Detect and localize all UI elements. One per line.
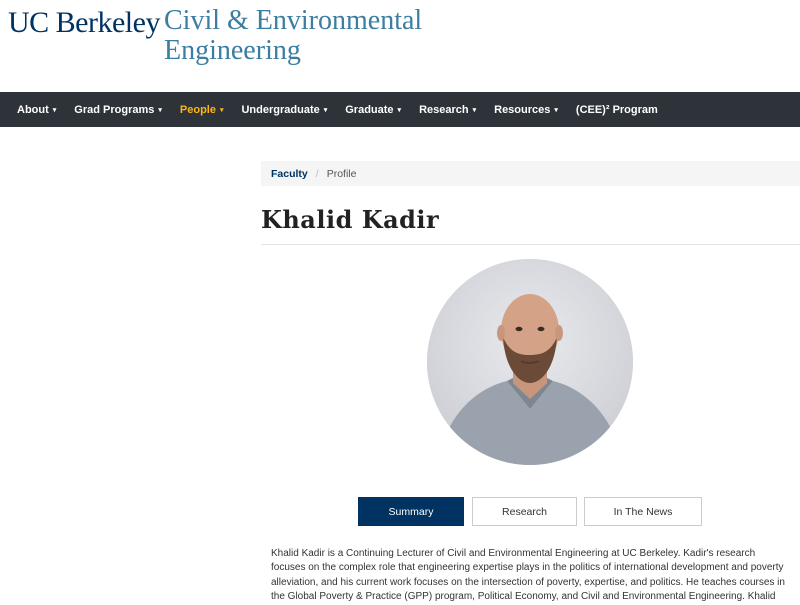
chevron-down-icon: ▾ [554, 106, 558, 114]
nav-label: Grad Programs [74, 103, 155, 116]
page-title: Khalid Kadir [261, 205, 440, 234]
nav-item-people[interactable]: People ▾ [171, 92, 233, 127]
nav-item-about[interactable]: About ▾ [8, 92, 65, 127]
chevron-down-icon: ▾ [219, 106, 224, 114]
nav-item-resources[interactable]: Resources ▾ [485, 92, 567, 127]
nav-label: Graduate [345, 103, 394, 116]
avatar [427, 259, 633, 465]
logo-department-line1: Civil & Environmental [164, 5, 423, 36]
logo-department: Civil & Environmental Engineering [164, 6, 422, 66]
nav-item-research[interactable]: Research ▾ [410, 92, 485, 127]
main-nav: About ▾ Grad Programs ▾ People ▾ Undergr… [0, 92, 800, 127]
breadcrumb-link-faculty[interactable]: Faculty [271, 168, 308, 180]
breadcrumb-separator: / [315, 167, 319, 180]
logo-department-line2: Engineering [164, 35, 301, 66]
nav-label: (CEE)² Program [575, 103, 658, 116]
chevron-down-icon: ▾ [397, 106, 402, 114]
nav-label: Resources [494, 103, 551, 116]
tab-in-the-news[interactable]: In The News [584, 497, 702, 526]
nav-label: Undergraduate [241, 103, 320, 116]
breadcrumb-current: Profile [326, 167, 357, 180]
nav-label: Research [419, 103, 469, 116]
nav-item-grad-programs[interactable]: Grad Programs ▾ [65, 92, 171, 127]
profile-photo [427, 259, 633, 465]
chevron-down-icon: ▾ [472, 106, 477, 114]
chevron-down-icon: ▾ [323, 106, 328, 114]
nav-label: About [17, 103, 49, 116]
chevron-down-icon: ▾ [158, 106, 162, 114]
nav-item-cee2-program[interactable]: (CEE)² Program [567, 92, 667, 127]
nav-label: People [179, 103, 216, 116]
title-divider [261, 244, 800, 245]
chevron-down-icon: ▾ [52, 106, 57, 114]
logo-university: UC Berkeley [8, 6, 160, 39]
profile-summary-text: Khalid Kadir is a Continuing Lecturer of… [271, 548, 785, 603]
tab-summary[interactable]: Summary [358, 497, 464, 526]
profile-tabs: Summary Research In The News [0, 497, 800, 526]
tab-research[interactable]: Research [472, 497, 577, 526]
site-header: UC Berkeley Civil & Environmental Engine… [0, 0, 800, 92]
nav-item-undergraduate[interactable]: Undergraduate ▾ [232, 92, 336, 127]
nav-item-graduate[interactable]: Graduate ▾ [336, 92, 410, 127]
breadcrumb: Faculty / Profile [261, 161, 800, 186]
